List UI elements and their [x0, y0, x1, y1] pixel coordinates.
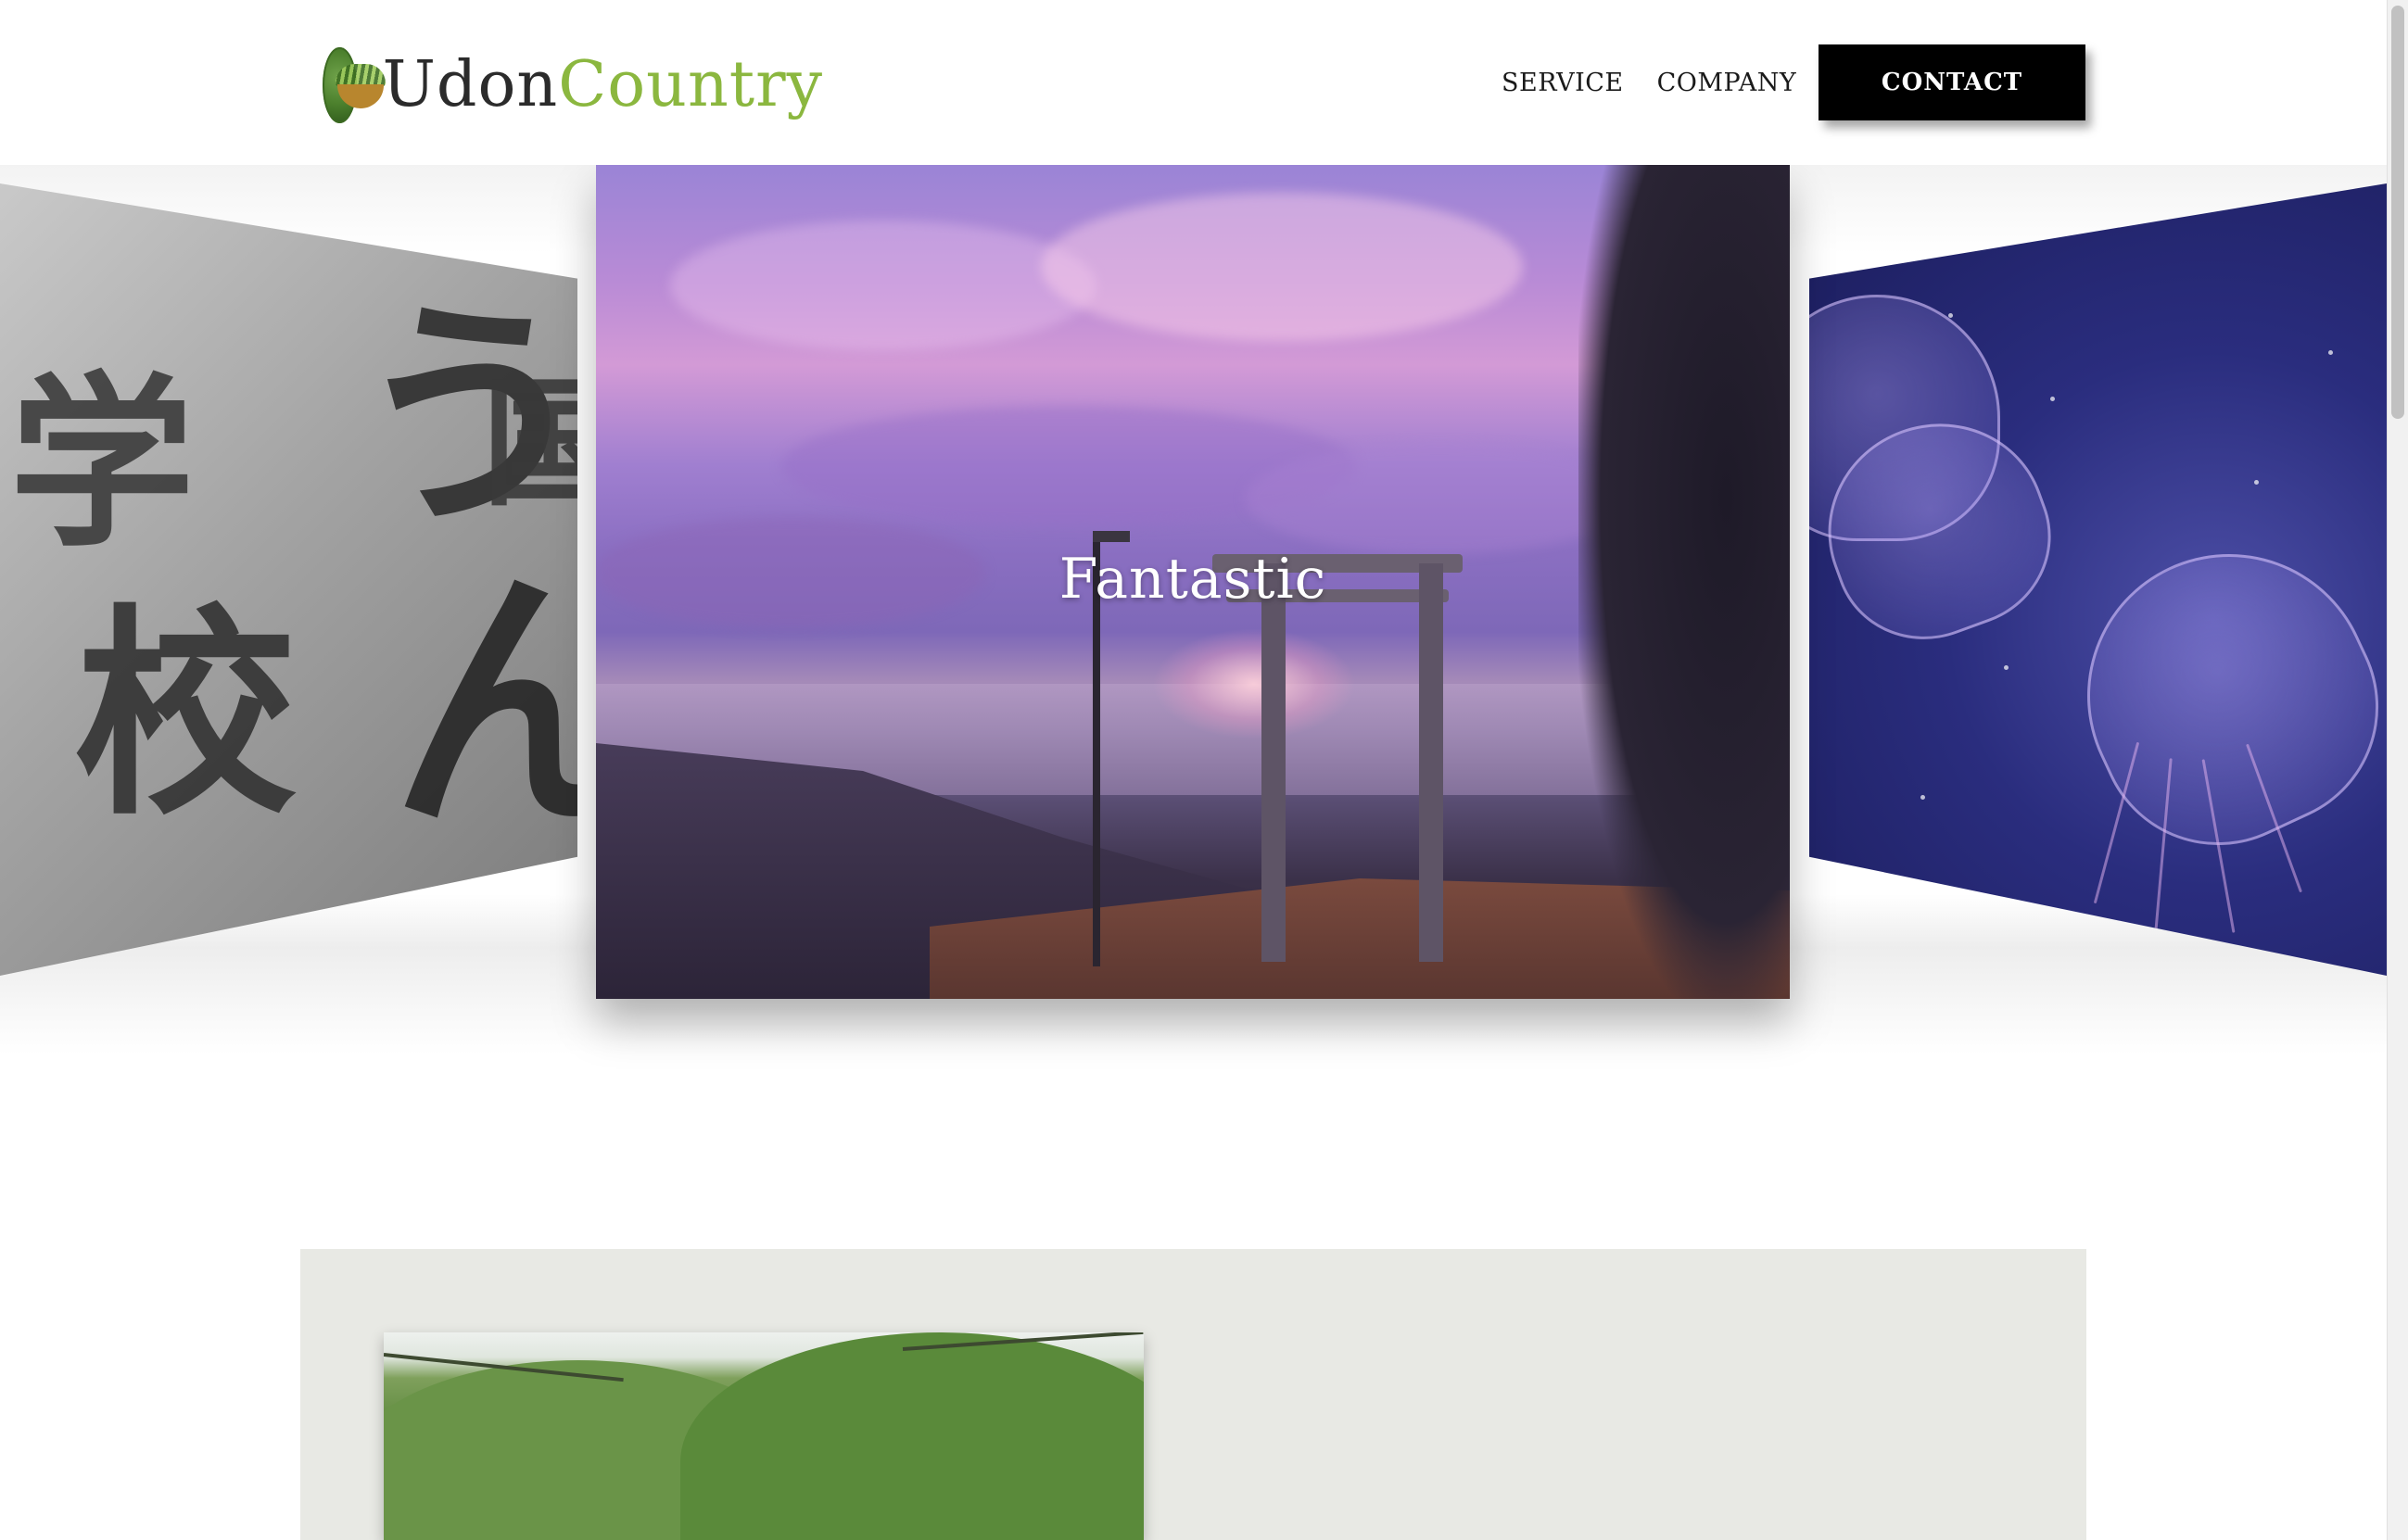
torii-post-left	[1261, 563, 1286, 962]
calligraphy-glyph-5: 国	[482, 364, 577, 525]
contact-button[interactable]: CONTACT	[1819, 44, 2085, 120]
udon-bowl-logo-icon	[323, 47, 386, 123]
carousel-slide-active[interactable]: Fantastic	[596, 165, 1790, 999]
cloud-2	[1041, 193, 1523, 341]
image-carousel: う ん 学 校 国 Fantastic	[0, 165, 2387, 1054]
site-header: UdonCountry SERVICE COMPANY CONTACT	[0, 0, 2387, 165]
carousel-slide-right[interactable]	[1809, 183, 2387, 976]
cloud-1	[670, 221, 1096, 350]
particle-5	[2254, 480, 2259, 485]
carousel-slide-left[interactable]: う ん 学 校 国	[0, 183, 577, 976]
logo-text-country: Country	[558, 48, 823, 121]
particle-2	[2050, 397, 2055, 401]
page: UdonCountry SERVICE COMPANY CONTACT う ん …	[0, 0, 2408, 1540]
noodles-shape	[336, 64, 386, 86]
particle-4	[2328, 350, 2333, 355]
calligraphy-glyph-2: ん	[389, 544, 577, 867]
scrollbar-thumb[interactable]	[2391, 6, 2404, 419]
particle-3	[2004, 665, 2009, 670]
particle-6	[1920, 795, 1925, 800]
slide-title: Fantastic	[1058, 547, 1327, 612]
torii-post-right	[1419, 563, 1443, 962]
sun-glow	[1152, 628, 1356, 739]
particle-1	[1948, 313, 1953, 318]
logo-wordmark: UdonCountry	[383, 54, 823, 117]
logo-text-udon: Udon	[382, 48, 559, 121]
forest-mountain-image	[384, 1332, 1144, 1540]
nav-link-company[interactable]: COMPANY	[1657, 69, 1797, 97]
vertical-scrollbar[interactable]	[2387, 0, 2408, 1540]
bowl-shape	[337, 84, 384, 108]
main-nav: SERVICE COMPANY	[1502, 44, 1830, 120]
content-section	[300, 1249, 2086, 1540]
lamp-head	[1093, 531, 1130, 542]
nav-link-service[interactable]: SERVICE	[1502, 69, 1624, 97]
calligraphy-glyph-4: 校	[74, 586, 298, 845]
site-logo[interactable]: UdonCountry	[323, 39, 823, 132]
hill-2	[680, 1332, 1144, 1540]
cloud-4	[1245, 443, 1634, 554]
